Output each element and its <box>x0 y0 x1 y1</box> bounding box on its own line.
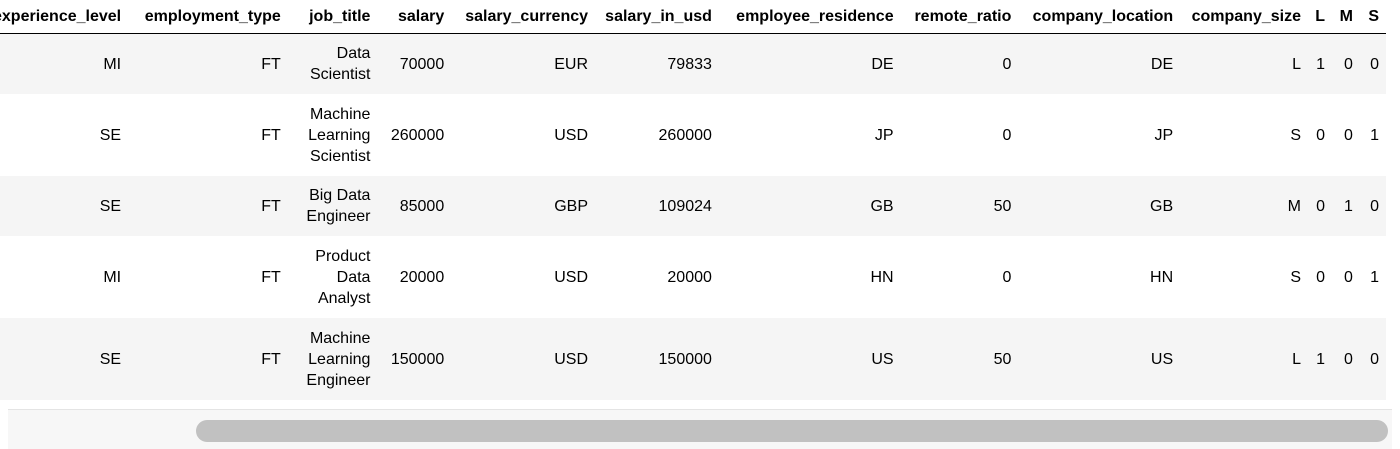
cell-l: 0 <box>1316 197 1325 215</box>
cell-job-title: Product Data Analyst <box>315 247 371 307</box>
cell-company-location: DE <box>1150 55 1174 73</box>
cell-experience-level: SE <box>99 197 122 215</box>
column-header-l: L <box>1308 0 1332 34</box>
cell-remote-ratio: 0 <box>1002 268 1012 286</box>
table-row: SE FT Machine Learning Engineer 150000 U… <box>0 318 1386 400</box>
cell-company-location: GB <box>1150 197 1174 215</box>
cell-m: 0 <box>1344 350 1353 368</box>
column-header-salary-in-usd: salary_in_usd <box>595 0 719 34</box>
cell-job-title: Machine Learning Scientist <box>308 105 371 165</box>
cell-salary: 85000 <box>399 197 445 215</box>
cell-employee-residence: JP <box>874 126 894 144</box>
column-header-job-title: job_title <box>287 0 378 34</box>
cell-s: 1 <box>1370 126 1379 144</box>
cell-m: 1 <box>1344 197 1353 215</box>
cell-m: 0 <box>1344 55 1353 73</box>
dataframe-table: experience_level employment_type job_tit… <box>0 0 1386 400</box>
cell-s: 0 <box>1370 197 1379 215</box>
column-header-m: M <box>1331 0 1360 34</box>
column-header-employment-type: employment_type <box>128 0 288 34</box>
column-header-salary-currency: salary_currency <box>451 0 596 34</box>
cell-l: 0 <box>1316 268 1325 286</box>
cell-salary-in-usd: 20000 <box>667 268 712 286</box>
cell-employment-type: FT <box>261 268 281 286</box>
cell-salary-currency: USD <box>554 350 589 368</box>
cell-salary-in-usd: 260000 <box>658 126 712 144</box>
cell-employee-residence: HN <box>870 268 894 286</box>
cell-company-location: JP <box>1154 126 1174 144</box>
table-row: MI FT Data Scientist 70000 EUR 79833 DE … <box>0 33 1386 94</box>
cell-company-location: US <box>1150 350 1174 368</box>
cell-company-size: S <box>1290 126 1301 144</box>
cell-employee-residence: DE <box>871 55 894 73</box>
cell-employee-residence: GB <box>870 197 894 215</box>
horizontal-scrollbar-track[interactable] <box>8 409 1392 449</box>
cell-salary-currency: GBP <box>554 197 589 215</box>
cell-employment-type: FT <box>261 350 281 368</box>
cell-employment-type: FT <box>261 55 281 73</box>
cell-employment-type: FT <box>261 197 281 215</box>
cell-salary-in-usd: 109024 <box>658 197 712 215</box>
column-header-s: S <box>1359 0 1386 34</box>
column-header-employee-residence: employee_residence <box>718 0 901 34</box>
table-header: experience_level employment_type job_tit… <box>0 0 1386 34</box>
cell-employment-type: FT <box>261 126 281 144</box>
table-row: SE FT Machine Learning Scientist 260000 … <box>0 94 1386 176</box>
horizontal-scrollbar-thumb[interactable] <box>196 420 1388 442</box>
cell-salary-currency: USD <box>554 126 589 144</box>
cell-salary: 20000 <box>399 268 445 286</box>
cell-company-size: S <box>1290 268 1301 286</box>
column-header-company-size: company_size <box>1180 0 1308 34</box>
cell-remote-ratio: 0 <box>1002 126 1012 144</box>
cell-salary: 150000 <box>390 350 445 368</box>
cell-experience-level: SE <box>99 126 122 144</box>
cell-company-location: HN <box>1150 268 1174 286</box>
header-row: experience_level employment_type job_tit… <box>0 0 1386 34</box>
cell-remote-ratio: 50 <box>993 350 1012 368</box>
column-header-salary: salary <box>377 0 452 34</box>
cell-employee-residence: US <box>871 350 894 368</box>
cell-job-title: Machine Learning Engineer <box>306 329 371 389</box>
cell-experience-level: MI <box>103 55 122 73</box>
cell-m: 0 <box>1344 268 1353 286</box>
cell-remote-ratio: 50 <box>993 197 1012 215</box>
cell-s: 0 <box>1370 55 1379 73</box>
cell-salary-currency: EUR <box>554 55 589 73</box>
cell-s: 0 <box>1370 350 1379 368</box>
cell-s: 1 <box>1370 268 1379 286</box>
column-header-remote-ratio: remote_ratio <box>900 0 1019 34</box>
cell-company-size: L <box>1292 55 1301 73</box>
cell-remote-ratio: 0 <box>1002 55 1012 73</box>
table-row: MI FT Product Data Analyst 20000 USD 200… <box>0 236 1386 318</box>
cell-salary-in-usd: 150000 <box>658 350 712 368</box>
cell-salary-in-usd: 79833 <box>667 55 712 73</box>
dataframe-viewport: experience_level employment_type job_tit… <box>0 0 1400 449</box>
cell-l: 1 <box>1316 55 1325 73</box>
cell-salary-currency: USD <box>554 268 589 286</box>
cell-company-size: M <box>1287 197 1301 215</box>
cell-salary: 260000 <box>390 126 445 144</box>
column-header-experience-level: experience_level <box>0 0 129 34</box>
cell-l: 0 <box>1316 126 1325 144</box>
cell-job-title: Data Scientist <box>309 45 371 83</box>
cell-experience-level: SE <box>99 350 122 368</box>
cell-l: 1 <box>1316 350 1325 368</box>
column-header-company-location: company_location <box>1018 0 1181 34</box>
table-body: MI FT Data Scientist 70000 EUR 79833 DE … <box>0 33 1386 400</box>
cell-salary: 70000 <box>399 55 445 73</box>
cell-experience-level: MI <box>103 268 122 286</box>
cell-m: 0 <box>1344 126 1353 144</box>
cell-job-title: Big Data Engineer <box>306 187 371 225</box>
table-row: SE FT Big Data Engineer 85000 GBP 109024… <box>0 176 1386 236</box>
cell-company-size: L <box>1292 350 1301 368</box>
